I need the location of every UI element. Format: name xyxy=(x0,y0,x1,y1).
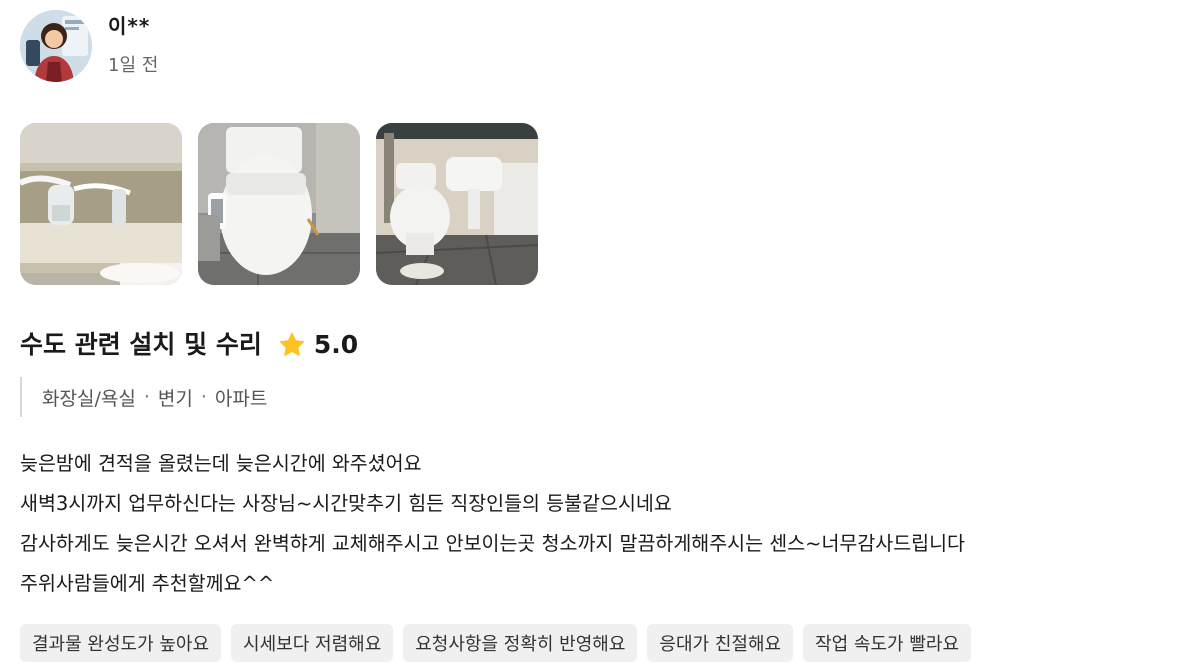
bathroom-photo xyxy=(376,123,538,285)
keyword-chip: 응대가 친절해요 xyxy=(647,624,794,662)
keyword-chip: 시세보다 저렴해요 xyxy=(231,624,394,662)
toilet-tank-photo xyxy=(20,123,182,285)
review-body: 늦은밤에 견적을 올렸는데 늦은시간에 와주셨어요 새벽3시까지 업무하신다는 … xyxy=(20,444,965,604)
user-meta: 이** 1일 전 xyxy=(108,12,158,78)
review-header: 이** 1일 전 xyxy=(20,10,158,82)
category-tags: 화장실/욕실 · 변기 · 아파트 xyxy=(20,377,267,417)
review-line: 감사하게도 늦은시간 오셔서 완벽햐게 교체해주시고 안보이는곳 청소까지 말끔… xyxy=(20,532,965,555)
review-photo-2[interactable] xyxy=(198,123,360,285)
keyword-chip: 요청사항을 정확히 반영해요 xyxy=(403,624,638,662)
star-icon xyxy=(279,333,304,356)
review-line: 주위사람들에게 추천할께요^^ xyxy=(20,572,275,595)
review-line: 늦은밤에 견적을 올렸는데 늦은시간에 와주셨어요 xyxy=(20,452,422,475)
service-title: 수도 관련 설치 및 수리 xyxy=(20,330,262,359)
bidet-toilet-photo xyxy=(198,123,360,285)
review-photo-3[interactable] xyxy=(376,123,538,285)
keyword-chip: 작업 속도가 빨라요 xyxy=(803,624,972,662)
rating-value: 5.0 xyxy=(313,330,359,359)
review-card: 이** 1일 전 수도 관련 설치 및 수리 5.0 화장실/욕실 · 변기 ·… xyxy=(0,0,1200,671)
review-time: 1일 전 xyxy=(108,55,159,76)
category-tag: 변기 xyxy=(157,387,193,410)
category-separator: · xyxy=(200,386,207,408)
service-title-row: 수도 관련 설치 및 수리 5.0 xyxy=(20,328,358,362)
avatar-image xyxy=(20,10,92,82)
category-separator: · xyxy=(143,386,150,408)
review-line: 새벽3시까지 업무하신다는 사장님~시간맞추기 힘든 직장인들의 등불같으시네요 xyxy=(20,492,672,515)
photo-gallery xyxy=(20,123,538,285)
rating: 5.0 xyxy=(278,328,358,362)
keyword-chip: 결과물 완성도가 높아요 xyxy=(20,624,222,662)
user-name: 이** xyxy=(108,14,151,38)
category-tag: 화장실/욕실 xyxy=(42,387,136,410)
review-photo-1[interactable] xyxy=(20,123,182,285)
category-tag: 아파트 xyxy=(214,387,268,410)
avatar[interactable] xyxy=(20,10,92,82)
keyword-chips: 결과물 완성도가 높아요 시세보다 저렴해요 요청사항을 정확히 반영해요 응대… xyxy=(20,624,972,662)
